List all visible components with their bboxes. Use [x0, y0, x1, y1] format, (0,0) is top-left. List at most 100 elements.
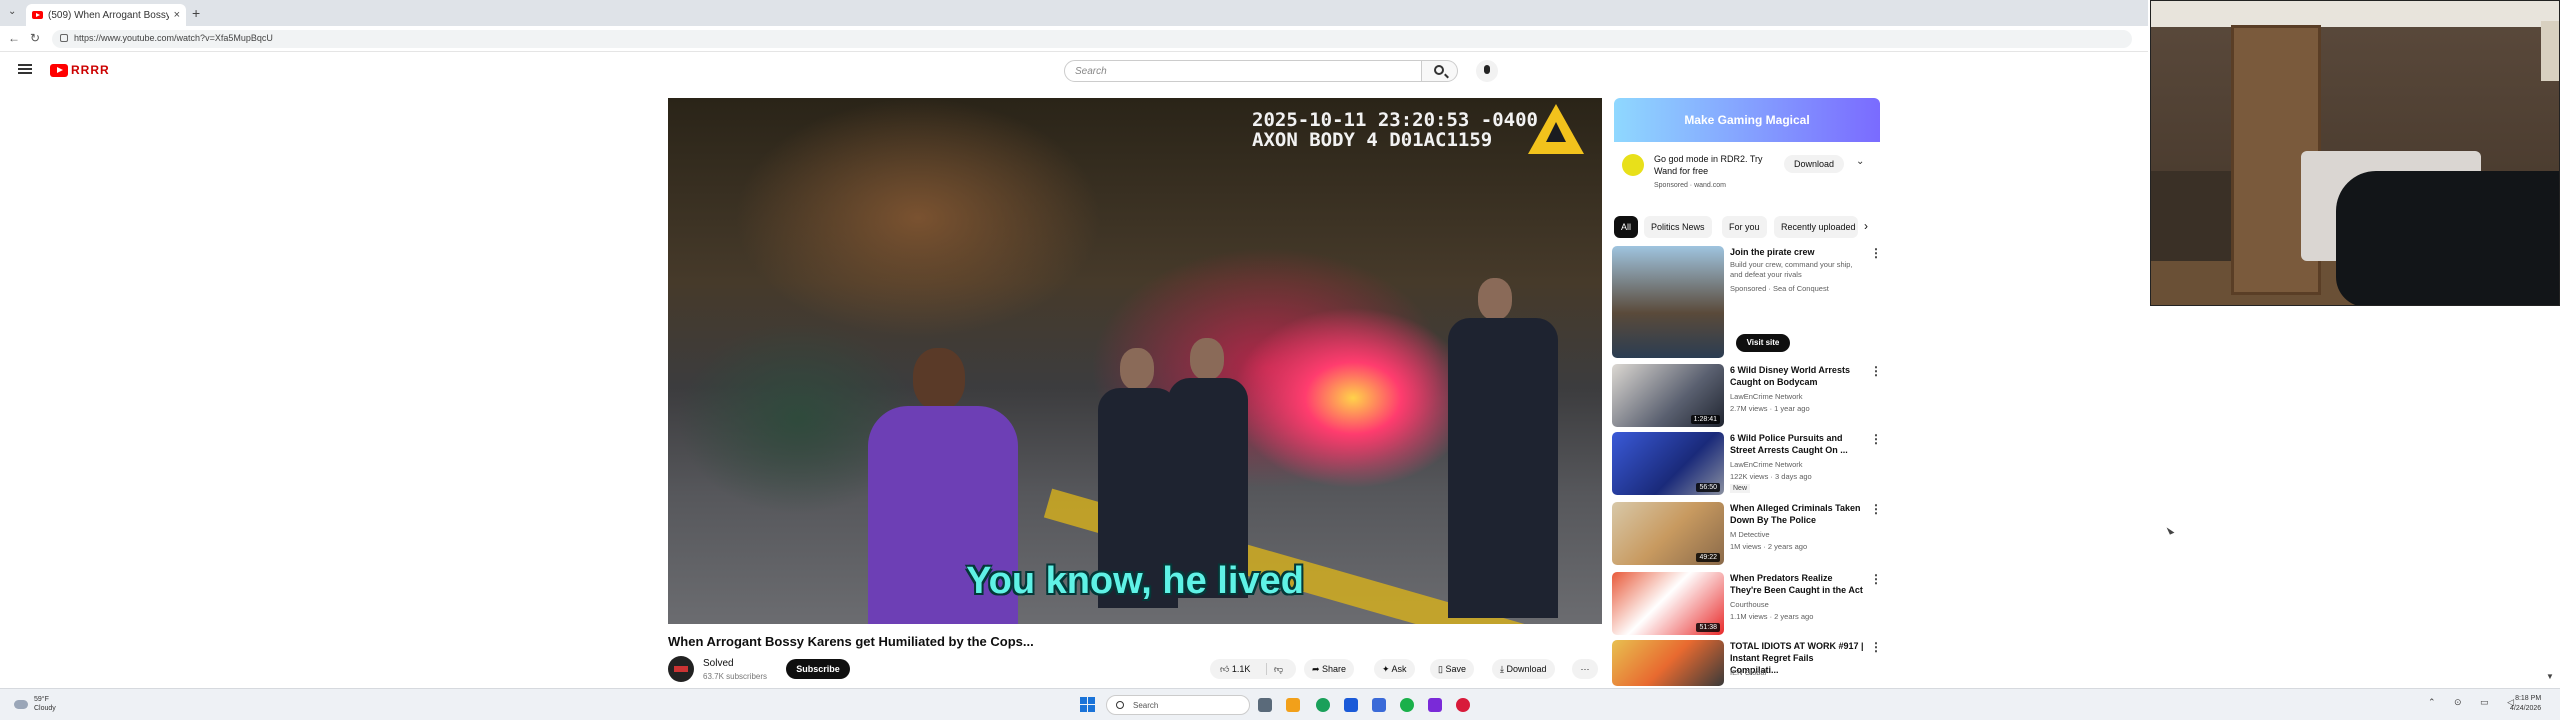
new-badge: New [1730, 484, 1751, 493]
ad-download-button[interactable]: Download [1784, 155, 1844, 173]
video-title[interactable]: 6 Wild Disney World Arrests Caught on Bo… [1730, 364, 1864, 388]
channel-name[interactable]: Solved [703, 658, 734, 669]
video-title[interactable]: When Alleged Criminals Taken Down By The… [1730, 502, 1864, 526]
chevron-right-icon[interactable]: › [1864, 219, 1868, 233]
kebab-menu-icon[interactable]: ⋮ [1870, 246, 1882, 260]
channel-name[interactable]: LawEnCrime Network [1730, 392, 1803, 401]
visit-site-button[interactable]: Visit site [1736, 334, 1790, 352]
duration-badge: 56:50 [1696, 483, 1720, 492]
channel-name[interactable]: M Detective [1730, 530, 1770, 539]
video-caption: You know, he lived [966, 560, 1304, 602]
thumbnail[interactable]: 1:28:41 [1612, 364, 1724, 427]
share-icon: ➦ [1312, 664, 1323, 674]
kebab-menu-icon[interactable]: ⋮ [1870, 364, 1882, 378]
channel-name[interactable]: Courthouse [1730, 600, 1769, 609]
chrome-icon[interactable] [1316, 698, 1330, 712]
filter-chips: All Politics News For you Recently uploa… [1614, 216, 1880, 238]
tab-title: (509) When Arrogant Bossy [48, 9, 169, 21]
subscriber-count: 63.7K subscribers [703, 672, 768, 681]
reload-icon[interactable]: ↻ [30, 31, 40, 45]
spotify-icon[interactable] [1400, 698, 1414, 712]
chip-politics-news[interactable]: Politics News [1644, 216, 1712, 238]
duration-badge: 1:28:41 [1690, 415, 1720, 424]
taskbar-search-label: Search [1133, 701, 1159, 710]
browser-tab-youtube[interactable]: (509) When Arrogant Bossy × [26, 4, 186, 26]
video-title[interactable]: When Predators Realize They're Been Caug… [1730, 572, 1864, 596]
divider [1266, 663, 1267, 675]
taskbar-search[interactable]: Search [1106, 695, 1250, 715]
youtube-favicon-icon [32, 11, 43, 19]
app-icon[interactable] [1428, 698, 1442, 712]
like-button[interactable]: 👍︎ 1.1K [1220, 659, 1250, 679]
webcam-chair [2336, 171, 2559, 305]
more-actions-button[interactable]: ··· [1572, 659, 1598, 679]
kebab-menu-icon[interactable]: ⋮ [1870, 432, 1882, 446]
back-arrow-icon[interactable]: ← [8, 31, 20, 45]
app-icon[interactable] [1456, 698, 1470, 712]
youtube-logo[interactable]: RRRR [50, 63, 110, 77]
ad-headline: Go god mode in RDR2. Try Wand for free [1654, 154, 1763, 176]
edge-icon[interactable] [1344, 698, 1358, 712]
weather-widget[interactable]: 59°F Cloudy [14, 695, 56, 713]
subscribe-button[interactable]: Subscribe [786, 659, 850, 679]
thumbnail[interactable] [1612, 640, 1724, 686]
chip-for-you[interactable]: For you [1722, 216, 1767, 238]
sponsored-item[interactable]: Join the pirate crew Build your crew, co… [1612, 246, 1882, 358]
thumbnail[interactable]: 49:22 [1612, 502, 1724, 565]
video-player[interactable]: 2025-10-11 23:20:53 -0400 AXON BODY 4 D0… [668, 98, 1602, 624]
sidebar-ad[interactable]: Make Gaming Magical Go god mode in RDR2.… [1614, 98, 1880, 194]
file-explorer-icon[interactable] [1286, 698, 1300, 712]
url-text: https://www.youtube.com/watch?v=Xfa5MupB… [74, 33, 273, 43]
address-bar-row: ← ↻ https://www.youtube.com/watch?v=Xfa5… [0, 26, 2148, 52]
dislike-icon[interactable]: 👎︎ [1274, 659, 1283, 679]
webcam-overlay [2150, 0, 2560, 306]
webcam-lamp [2541, 21, 2559, 81]
tab-close-icon[interactable]: × [174, 9, 180, 21]
list-item[interactable]: TOTAL IDIOTS AT WORK #917 | Instant Regr… [1612, 640, 1882, 686]
search-button[interactable] [1422, 60, 1458, 82]
hamburger-menu-icon[interactable] [18, 64, 32, 74]
list-item[interactable]: 51:38 When Predators Realize They're Bee… [1612, 572, 1882, 636]
video-title[interactable]: 6 Wild Police Pursuits and Street Arrest… [1730, 432, 1864, 456]
windows-start-icon[interactable] [1080, 697, 1095, 712]
channel-name[interactable]: IEN Global [1730, 668, 1766, 677]
list-item[interactable]: 1:28:41 6 Wild Disney World Arrests Caug… [1612, 364, 1882, 428]
chip-all[interactable]: All [1614, 216, 1639, 238]
scroll-down-arrow-icon[interactable]: ▼ [2546, 672, 2554, 681]
thumbnail[interactable]: 56:50 [1612, 432, 1724, 495]
download-label: Download [1506, 664, 1547, 674]
weather-temp: 59°F [34, 696, 49, 703]
save-button[interactable]: ▯ Save [1430, 659, 1474, 679]
url-field[interactable]: https://www.youtube.com/watch?v=Xfa5MupB… [52, 30, 2132, 48]
ask-button[interactable]: ✦ Ask [1374, 659, 1415, 679]
logo-text: RRRR [71, 63, 110, 77]
webcam-ceiling [2151, 1, 2559, 27]
list-item[interactable]: 56:50 6 Wild Police Pursuits and Street … [1612, 432, 1882, 496]
system-tray[interactable]: ⌃ ⊙ ▭ ◁ [2428, 697, 2522, 708]
kebab-menu-icon[interactable]: ⋮ [1870, 640, 1882, 654]
new-tab-button[interactable]: + [192, 5, 200, 21]
ad-description: Build your crew, command your ship, and … [1730, 260, 1853, 279]
store-icon[interactable] [1372, 698, 1386, 712]
channel-avatar[interactable] [668, 656, 694, 682]
kebab-menu-icon[interactable]: ⋮ [1870, 502, 1882, 516]
download-button[interactable]: ⤓ Download [1492, 659, 1555, 679]
video-title: When Arrogant Bossy Karens get Humiliate… [668, 634, 1034, 649]
channel-name[interactable]: LawEnCrime Network [1730, 460, 1803, 469]
duration-badge: 49:22 [1696, 553, 1720, 562]
thumbnail[interactable] [1612, 246, 1724, 358]
thumbnail[interactable]: 51:38 [1612, 572, 1724, 635]
chevron-down-icon[interactable]: ⌄ [1856, 156, 1864, 167]
tab-search-icon[interactable]: ⌄ [8, 6, 16, 17]
list-item[interactable]: 49:22 When Alleged Criminals Taken Down … [1612, 502, 1882, 566]
share-button[interactable]: ➦ Share [1304, 659, 1355, 679]
chip-recently-uploaded[interactable]: Recently uploaded [1774, 216, 1858, 238]
mic-icon[interactable] [1476, 60, 1498, 82]
kebab-menu-icon[interactable]: ⋮ [1870, 572, 1882, 586]
site-info-icon[interactable] [60, 34, 68, 42]
system-clock[interactable]: 8:18 PM 4/24/2026 [2510, 694, 2541, 714]
ad-banner[interactable]: Make Gaming Magical [1614, 98, 1880, 142]
task-view-icon[interactable] [1258, 698, 1272, 712]
video-title[interactable]: Join the pirate crew [1730, 246, 1864, 258]
search-input[interactable]: Search [1064, 60, 1422, 82]
